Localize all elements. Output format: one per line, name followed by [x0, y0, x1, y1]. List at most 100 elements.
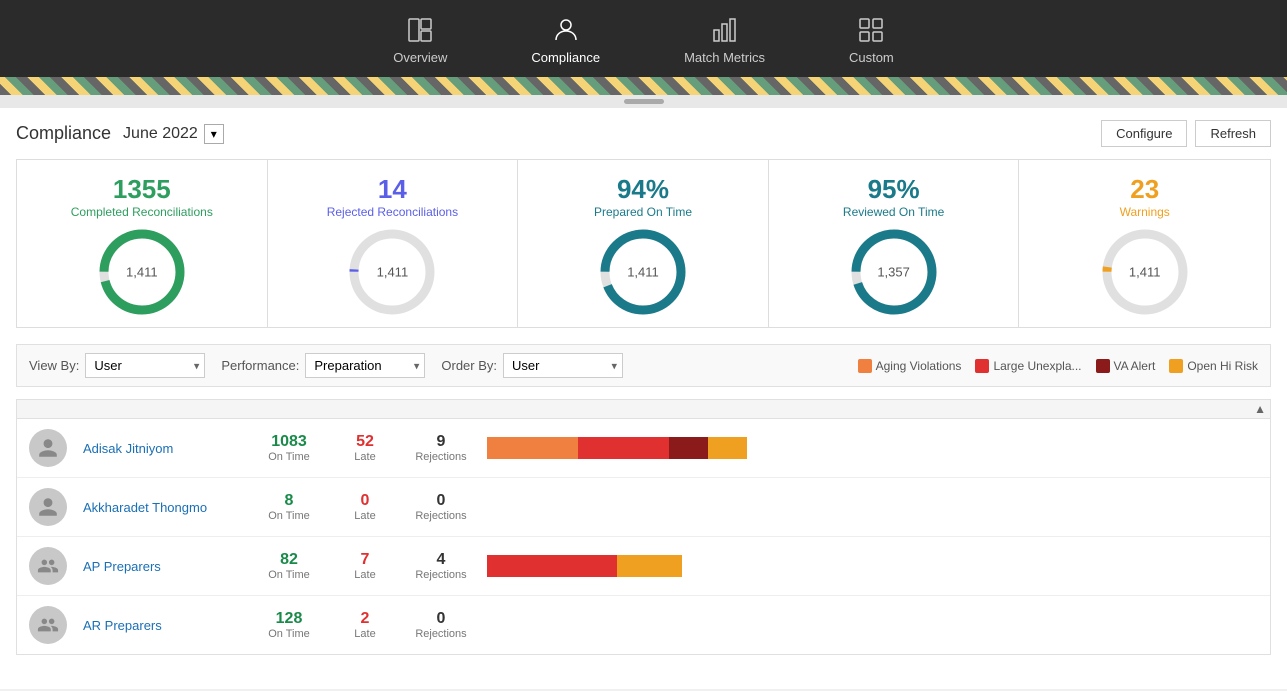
late-value: 0	[361, 492, 370, 510]
on-time-metric: 1083On Time	[259, 433, 319, 463]
user-name[interactable]: AP Preparers	[83, 559, 243, 574]
user-name[interactable]: Akkharadet Thongmo	[83, 500, 243, 515]
late-metric: 0Late	[335, 492, 395, 522]
on-time-label: On Time	[268, 510, 310, 522]
kpi-donut-0: 1,411	[97, 227, 187, 317]
collapse-icon[interactable]: ▲	[1254, 402, 1266, 416]
rejections-metric: 0Rejections	[411, 492, 471, 522]
bar-segment-1	[617, 555, 682, 577]
legend-color-3	[1169, 359, 1183, 373]
decorative-banner	[0, 77, 1287, 95]
nav-match-metrics[interactable]: Match Metrics	[672, 12, 777, 69]
kpi-label-1: Rejected Reconciliations	[327, 205, 458, 219]
header-right: Configure Refresh	[1101, 120, 1271, 147]
section-collapse-bar: ▲	[17, 400, 1270, 419]
on-time-label: On Time	[268, 451, 310, 463]
kpi-donut-2: 1,411	[598, 227, 688, 317]
user-name[interactable]: Adisak Jitniyom	[83, 441, 243, 456]
nav-custom-label: Custom	[849, 50, 894, 65]
on-time-metric: 128On Time	[259, 610, 319, 640]
kpi-donut-center-4: 1,411	[1129, 265, 1161, 280]
main-content: Compliance June 2022 ▾ Configure Refresh…	[0, 108, 1287, 689]
kpi-card-1: 14Rejected Reconciliations 1,411	[268, 160, 519, 327]
drag-handle-area	[0, 95, 1287, 108]
legend-color-2	[1096, 359, 1110, 373]
legend-item-2: VA Alert	[1096, 359, 1156, 373]
chart-legend: Aging Violations Large Unexpla... VA Alert…	[858, 359, 1258, 373]
row-bar-chart	[487, 614, 747, 636]
legend-label-2: VA Alert	[1114, 359, 1156, 373]
rejections-label: Rejections	[415, 510, 466, 522]
on-time-value: 128	[276, 610, 303, 628]
on-time-label: On Time	[268, 628, 310, 640]
row-bar-chart	[487, 496, 747, 518]
rejections-value: 0	[437, 610, 446, 628]
configure-button[interactable]: Configure	[1101, 120, 1187, 147]
kpi-label-3: Reviewed On Time	[843, 205, 944, 219]
avatar	[29, 547, 67, 585]
legend-label-3: Open Hi Risk	[1187, 359, 1258, 373]
user-name[interactable]: AR Preparers	[83, 618, 243, 633]
view-by-select[interactable]: User	[85, 353, 205, 378]
late-label: Late	[354, 569, 375, 581]
rejections-label: Rejections	[415, 569, 466, 581]
late-label: Late	[354, 628, 375, 640]
date-selector: June 2022 ▾	[123, 124, 224, 144]
legend-item-3: Open Hi Risk	[1169, 359, 1258, 373]
page-title: Compliance	[16, 123, 111, 144]
rejections-metric: 4Rejections	[411, 551, 471, 581]
refresh-button[interactable]: Refresh	[1195, 120, 1271, 147]
kpi-card-0: 1355Completed Reconciliations1,411	[17, 160, 268, 327]
header-left: Compliance June 2022 ▾	[16, 123, 224, 144]
avatar	[29, 606, 67, 644]
kpi-label-0: Completed Reconciliations	[71, 205, 213, 219]
view-by-label: View By:	[29, 358, 79, 373]
order-by-select-wrap: User	[503, 353, 623, 378]
table-row: AP Preparers 82On Time 7Late 4Rejections	[17, 537, 1270, 596]
kpi-label-4: Warnings	[1120, 205, 1170, 219]
table-row: AR Preparers 128On Time 2Late 0Rejections	[17, 596, 1270, 654]
late-metric: 2Late	[335, 610, 395, 640]
avatar	[29, 429, 67, 467]
bar-segment-0	[487, 555, 617, 577]
kpi-donut-4: 1,411	[1100, 227, 1190, 317]
nav-compliance-label: Compliance	[531, 50, 600, 65]
bar-segment-2	[669, 437, 708, 459]
kpi-donut-center-0: 1,411	[126, 265, 158, 280]
drag-pill	[624, 99, 664, 104]
performance-select-wrap: Preparation	[305, 353, 425, 378]
kpi-card-4: 23Warnings1,411	[1019, 160, 1270, 327]
performance-select[interactable]: Preparation	[305, 353, 425, 378]
kpi-value-1: 14	[378, 174, 407, 205]
row-bar-chart	[487, 437, 747, 459]
table-row: Akkharadet Thongmo8On Time0Late0Rejectio…	[17, 478, 1270, 537]
kpi-value-3: 95%	[868, 174, 920, 205]
rejections-label: Rejections	[415, 451, 466, 463]
rejections-label: Rejections	[415, 628, 466, 640]
page-header: Compliance June 2022 ▾ Configure Refresh	[16, 120, 1271, 147]
legend-label-0: Aging Violations	[876, 359, 962, 373]
kpi-donut-center-3: 1,357	[877, 265, 910, 280]
nav-overview[interactable]: Overview	[381, 12, 459, 69]
on-time-label: On Time	[268, 569, 310, 581]
performance-label: Performance:	[221, 358, 299, 373]
late-label: Late	[354, 451, 375, 463]
rejections-value: 0	[437, 492, 446, 510]
order-by-group: Order By: User	[441, 353, 623, 378]
kpi-donut-center-1: 1,411	[377, 265, 409, 280]
on-time-value: 82	[280, 551, 298, 569]
late-value: 2	[361, 610, 370, 628]
rejections-value: 9	[437, 433, 446, 451]
order-by-select[interactable]: User	[503, 353, 623, 378]
legend-label-1: Large Unexpla...	[993, 359, 1081, 373]
legend-color-1	[975, 359, 989, 373]
scroll-area[interactable]: Adisak Jitniyom1083On Time52Late9Rejecti…	[17, 419, 1270, 654]
nav-custom[interactable]: Custom	[837, 12, 906, 69]
kpi-donut-3: 1,357	[849, 227, 939, 317]
late-value: 7	[361, 551, 370, 569]
date-dropdown-button[interactable]: ▾	[204, 124, 224, 144]
late-value: 52	[356, 433, 374, 451]
nav-compliance[interactable]: Compliance	[519, 12, 612, 69]
table-row: Adisak Jitniyom 1083On Time 52Late 9Rejecti…	[17, 419, 1270, 478]
rejections-metric: 9Rejections	[411, 433, 471, 463]
